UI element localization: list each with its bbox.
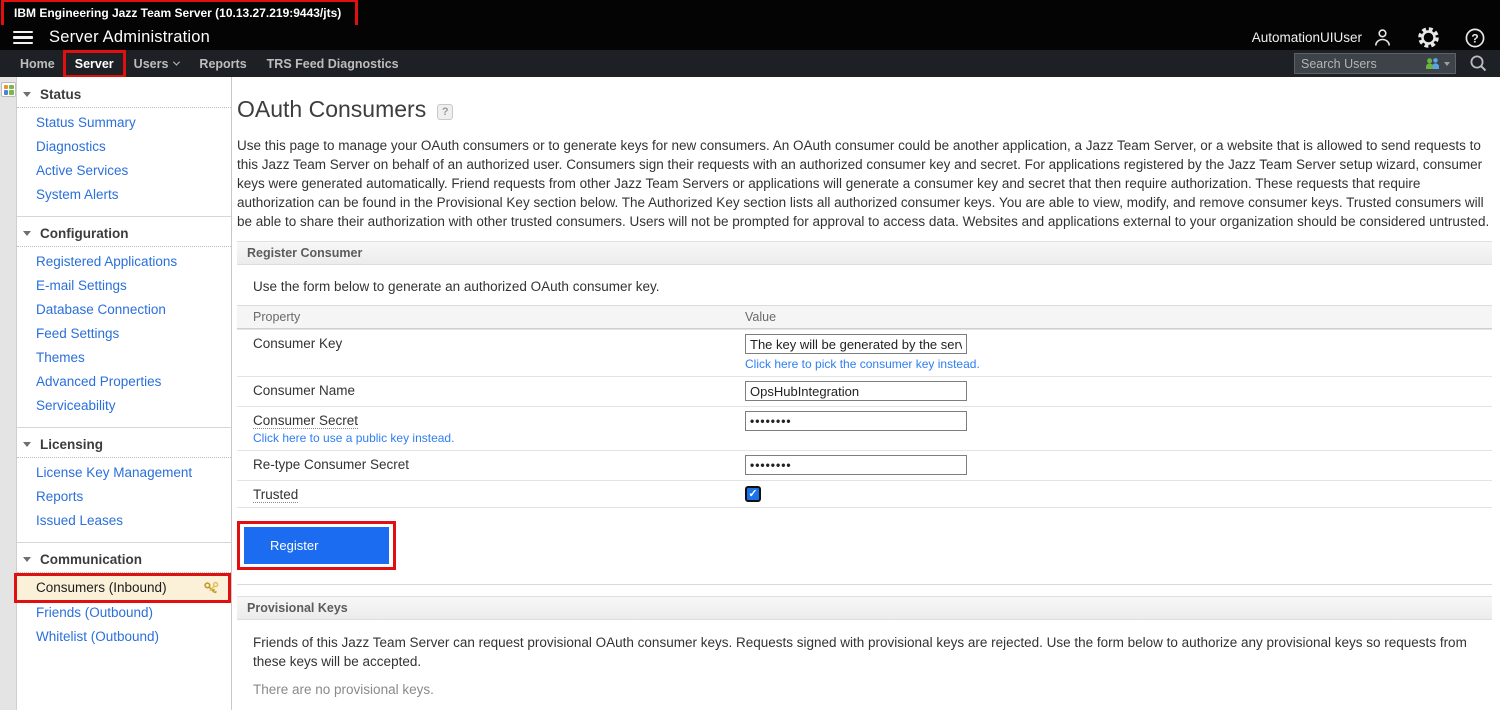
form-row-retype-secret: Re-type Consumer Secret	[237, 450, 1492, 480]
sidebar-item-label: Consumers (Inbound)	[36, 581, 167, 595]
sidebar-item-database-connection[interactable]: Database Connection	[17, 298, 231, 322]
consumer-name-input[interactable]	[745, 381, 967, 401]
register-consumer-form-table: Property Value Consumer Key Click here t…	[237, 305, 1492, 508]
provisional-keys-description: Friends of this Jazz Team Server can req…	[253, 633, 1492, 671]
page-title-row: OAuth Consumers ?	[237, 96, 1492, 123]
hamburger-menu-icon[interactable]	[13, 31, 33, 44]
sidebar-item-license-key-management[interactable]: License Key Management	[17, 461, 231, 485]
nav-item-users[interactable]: Users	[124, 52, 190, 76]
form-row-consumer-name: Consumer Name	[237, 376, 1492, 406]
help-icon[interactable]: ?	[1464, 27, 1486, 49]
app-header: Server Administration AutomationUIUser ?	[0, 25, 1500, 50]
user-filter-icon[interactable]	[1425, 57, 1441, 70]
consumer-name-label: Consumer Name	[237, 377, 745, 406]
sidebar-item-consumers-inbound[interactable]: Consumers (Inbound)	[17, 576, 228, 600]
value-column-header: Value	[745, 306, 1492, 328]
collapse-triangle-icon	[23, 442, 31, 447]
header-right: AutomationUIUser ?	[1252, 25, 1486, 50]
app-title: Server Administration	[49, 28, 210, 47]
no-provisional-keys-text: There are no provisional keys.	[253, 682, 1492, 697]
retype-consumer-secret-input[interactable]	[745, 455, 967, 475]
admin-sidebar: Status Status Summary Diagnostics Active…	[17, 77, 232, 710]
page-help-icon[interactable]: ?	[437, 104, 453, 120]
consumer-secret-label: Consumer Secret	[253, 413, 358, 429]
register-button[interactable]: Register	[244, 527, 389, 564]
screen: IBM Engineering Jazz Team Server (10.13.…	[0, 0, 1500, 710]
collapse-triangle-icon	[23, 557, 31, 562]
sidebar-section-licensing: Licensing License Key Management Reports…	[17, 427, 231, 542]
annotation-box-register-button: Register	[237, 521, 396, 570]
sidebar-item-status-summary[interactable]: Status Summary	[17, 111, 231, 135]
section-divider	[237, 584, 1492, 585]
page-title: OAuth Consumers	[237, 96, 426, 123]
nav-item-reports[interactable]: Reports	[189, 52, 256, 76]
collapse-triangle-icon	[23, 231, 31, 236]
sidebar-item-advanced-properties[interactable]: Advanced Properties	[17, 370, 231, 394]
chevron-down-icon	[173, 59, 180, 66]
section-title: Licensing	[40, 437, 103, 452]
trusted-label: Trusted	[253, 487, 298, 503]
retype-consumer-secret-label: Re-type Consumer Secret	[237, 451, 745, 480]
svg-text:?: ?	[1471, 31, 1478, 45]
form-row-consumer-secret: Consumer Secret Click here to use a publ…	[237, 406, 1492, 450]
sidebar-item-serviceability[interactable]: Serviceability	[17, 394, 231, 418]
property-column-header: Property	[237, 306, 745, 328]
sidebar-item-system-alerts[interactable]: System Alerts	[17, 183, 231, 207]
pick-consumer-key-link[interactable]: Click here to pick the consumer key inst…	[745, 357, 980, 371]
sidebar-item-diagnostics[interactable]: Diagnostics	[17, 135, 231, 159]
collapse-triangle-icon	[23, 92, 31, 97]
form-row-consumer-key: Consumer Key Click here to pick the cons…	[237, 329, 1492, 376]
sidebar-item-active-services[interactable]: Active Services	[17, 159, 231, 183]
sidebar-item-registered-applications[interactable]: Registered Applications	[17, 250, 231, 274]
main-content: OAuth Consumers ? Use this page to manag…	[237, 77, 1500, 710]
consumer-secret-input[interactable]	[745, 411, 967, 431]
app-grid-icon[interactable]	[1, 82, 16, 97]
nav-item-users-label: Users	[134, 57, 169, 71]
use-public-key-link[interactable]: Click here to use a public key instead.	[253, 431, 454, 445]
nav-item-home[interactable]: Home	[10, 52, 65, 76]
search-users-input[interactable]	[1295, 57, 1425, 71]
sidebar-section-communication: Communication Consumers (Inbound) Friend…	[17, 542, 231, 658]
sidebar-item-feed-settings[interactable]: Feed Settings	[17, 322, 231, 346]
sidebar-section-status: Status Status Summary Diagnostics Active…	[17, 81, 231, 216]
nav-item-trs-feed-diagnostics[interactable]: TRS Feed Diagnostics	[257, 52, 409, 76]
current-user-name: AutomationUIUser	[1252, 30, 1362, 45]
trusted-checkbox[interactable]: ✓	[745, 486, 761, 502]
consumer-key-input[interactable]	[745, 334, 967, 354]
sidebar-item-email-settings[interactable]: E-mail Settings	[17, 274, 231, 298]
provisional-keys-section-header: Provisional Keys	[237, 596, 1492, 620]
search-scope-caret-icon[interactable]	[1444, 62, 1450, 66]
keys-icon	[203, 581, 220, 595]
sidebar-item-friends-outbound[interactable]: Friends (Outbound)	[17, 601, 231, 625]
sidebar-item-license-reports[interactable]: Reports	[17, 485, 231, 509]
main-navbar: Home Server Users Reports TRS Feed Diagn…	[0, 50, 1500, 77]
consumer-key-label: Consumer Key	[237, 330, 745, 376]
register-consumer-section-header: Register Consumer	[237, 241, 1492, 265]
sidebar-section-configuration: Configuration Registered Applications E-…	[17, 216, 231, 427]
sidebar-section-configuration-header[interactable]: Configuration	[17, 220, 231, 247]
sidebar-section-licensing-header[interactable]: Licensing	[17, 431, 231, 458]
user-profile-icon[interactable]	[1372, 27, 1393, 48]
form-row-trusted: Trusted ✓	[237, 480, 1492, 507]
sidebar-section-communication-header[interactable]: Communication	[17, 546, 231, 573]
sidebar-item-issued-leases[interactable]: Issued Leases	[17, 509, 231, 533]
section-title: Communication	[40, 552, 142, 567]
window-title: IBM Engineering Jazz Team Server (10.13.…	[14, 6, 341, 20]
nav-item-server[interactable]: Server	[65, 52, 124, 76]
register-consumer-description: Use the form below to generate an author…	[253, 279, 1492, 294]
left-edge-strip	[0, 77, 17, 710]
sidebar-item-themes[interactable]: Themes	[17, 346, 231, 370]
settings-gear-icon[interactable]	[1417, 26, 1440, 49]
annotation-box-title: IBM Engineering Jazz Team Server (10.13.…	[1, 0, 358, 28]
sidebar-item-whitelist-outbound[interactable]: Whitelist (Outbound)	[17, 625, 231, 649]
sidebar-section-status-header[interactable]: Status	[17, 81, 231, 108]
search-icon[interactable]	[1469, 54, 1488, 78]
checkmark-icon: ✓	[748, 489, 757, 500]
page-intro-text: Use this page to manage your OAuth consu…	[237, 136, 1492, 231]
form-table-header-row: Property Value	[237, 305, 1492, 329]
section-title: Status	[40, 87, 81, 102]
section-title: Configuration	[40, 226, 128, 241]
window-titlebar: IBM Engineering Jazz Team Server (10.13.…	[0, 0, 1500, 25]
search-users-box	[1294, 53, 1456, 74]
